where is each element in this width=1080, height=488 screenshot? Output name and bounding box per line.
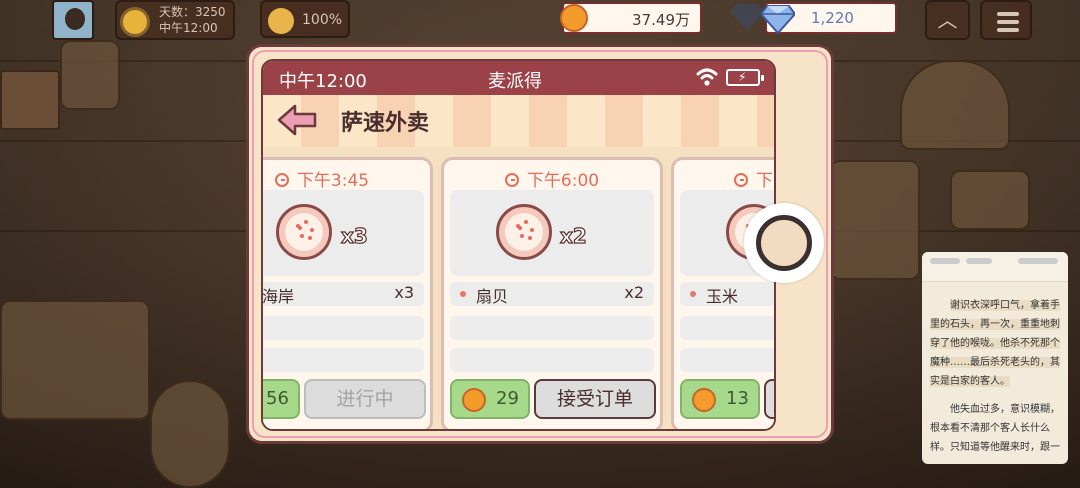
gem-counter[interactable]: 1,220 (761, 2, 897, 34)
phone-status-bar: 中午12:00 麦派得 ⚡ (263, 61, 774, 95)
reader-paragraph: 谢识衣深呼口气，拿着手里的石头，再一次，重重地刺穿了他的喉咙。他杀不死那个魔种…… (930, 296, 1060, 391)
reader-text-highlight: 谢识衣深呼口气，拿着手里的石头，再一次，重重地刺穿了他的喉咙。他杀不死那个魔种…… (930, 300, 1060, 387)
reward-badge: 56 (263, 379, 300, 419)
bullet-icon (690, 291, 696, 297)
bookshelf (0, 70, 60, 130)
order-list: 下午3:45 x3 典海岸 x3 56 进行中 (262, 147, 774, 429)
in-progress-button[interactable]: 进行中 (304, 379, 426, 419)
menu-icon (997, 12, 1019, 16)
order-time: 下午3:45 (296, 171, 370, 191)
plant-decoration (830, 160, 920, 280)
time-label: 中午12:00 (159, 21, 218, 35)
page-header: 萨速外卖 (263, 95, 774, 147)
gem-value: 1,220 (811, 9, 854, 27)
bullet-icon (460, 291, 466, 297)
mood-icon (268, 8, 294, 34)
dish-panel: x3 (263, 190, 424, 276)
coin-icon (692, 388, 716, 412)
reader-overlay[interactable]: 谢识衣深呼口气，拿着手里的石头，再一次，重重地刺穿了他的喉咙。他杀不死那个魔种…… (922, 252, 1068, 464)
typewriter-desk (0, 300, 150, 420)
coin-icon (462, 388, 486, 412)
battery-icon: ⚡ (726, 69, 764, 86)
pizza-icon (496, 204, 552, 260)
accept-order-button[interactable]: 接受订单 (534, 379, 656, 419)
day-time-panel: 天数：3250 中午12:00 (115, 0, 235, 40)
menu-icon-line (997, 20, 1019, 24)
mood-panel: 100% (260, 0, 350, 38)
phone-screen: 中午12:00 麦派得 ⚡ 萨速外卖 下午3:45 x3 海岸 x3 56 进行… (261, 59, 776, 431)
lamp-decoration (150, 380, 230, 488)
back-arrow-icon[interactable] (277, 103, 317, 137)
item-qty: x3 (394, 283, 414, 302)
phone-home-button[interactable] (744, 203, 824, 283)
order-card: 下午3:45 x3 典海岸 x3 56 进行中 (262, 157, 433, 429)
order-item: 扇贝 x2 (450, 282, 654, 306)
reward-value: 29 (496, 388, 519, 409)
item-name: 玉米 (706, 287, 739, 306)
reader-paragraph: 他失血过多，意识模糊，根本看不清那个客人长什么样。只知道等他醒来时，跟一 (930, 404, 1060, 453)
order-item: 典海岸 x3 (262, 282, 424, 306)
gem-icon (730, 4, 764, 31)
accept-order-button[interactable] (764, 379, 774, 419)
coin-counter[interactable]: 37.49万 (560, 2, 702, 34)
mood-percent: 100% (302, 12, 343, 28)
clock-icon (734, 173, 748, 187)
dish-quantity: x3 (340, 223, 368, 248)
oven-decoration (900, 60, 1010, 150)
expand-button[interactable]: ︿ (925, 0, 970, 40)
reward-badge: 29 (450, 379, 530, 419)
order-time: 下午6:00 (526, 171, 600, 191)
craft-icon-decoration (950, 170, 1030, 230)
chair-decoration (60, 40, 120, 110)
chevron-up-icon: ︿ (937, 8, 958, 32)
avatar[interactable] (52, 0, 94, 40)
reader-tab (930, 258, 960, 264)
item-name: 扇贝 (476, 287, 509, 306)
day-label: 天数：3250 (159, 5, 226, 19)
reader-tab (966, 258, 992, 264)
reader-toolbar (922, 252, 1068, 282)
game-scene: 天数：3250 中午12:00 100% 37.49万 1,220 ︿ 中午12… (0, 0, 1080, 488)
order-item-empty (680, 348, 774, 372)
reader-tab (1018, 258, 1058, 264)
menu-icon-line (997, 28, 1019, 32)
status-time: 中午12:00 (279, 71, 367, 92)
dish-quantity: x2 (559, 223, 587, 248)
order-card: 下 玉米 13 (671, 157, 774, 429)
clock-icon (504, 173, 519, 187)
wifi-icon (696, 68, 718, 86)
reward-badge: 13 (680, 379, 760, 419)
coin-value: 37.49万 (632, 11, 690, 29)
dish-panel: x2 (450, 190, 654, 276)
order-item-empty (263, 348, 424, 372)
order-item-empty (263, 316, 424, 340)
coin-icon (560, 4, 588, 32)
item-qty: x2 (624, 283, 644, 302)
app-name: 麦派得 (488, 71, 542, 92)
menu-button[interactable] (980, 0, 1032, 40)
order-item-empty (450, 316, 654, 340)
gem-icon (761, 5, 795, 34)
order-time: 下 (756, 171, 773, 191)
order-item-empty (450, 348, 654, 372)
sun-icon (123, 10, 147, 34)
pizza-icon (276, 204, 332, 260)
reward-value: 13 (726, 388, 749, 409)
order-card: 下午6:00 x2 扇贝 x2 29 接受订单 (441, 157, 663, 429)
item-name: 典海岸 (262, 287, 295, 306)
clock-icon (274, 173, 289, 187)
order-item-empty (680, 316, 774, 340)
page-title: 萨速外卖 (341, 111, 430, 136)
reward-value: 56 (266, 388, 289, 409)
order-item: 玉米 (680, 282, 774, 306)
